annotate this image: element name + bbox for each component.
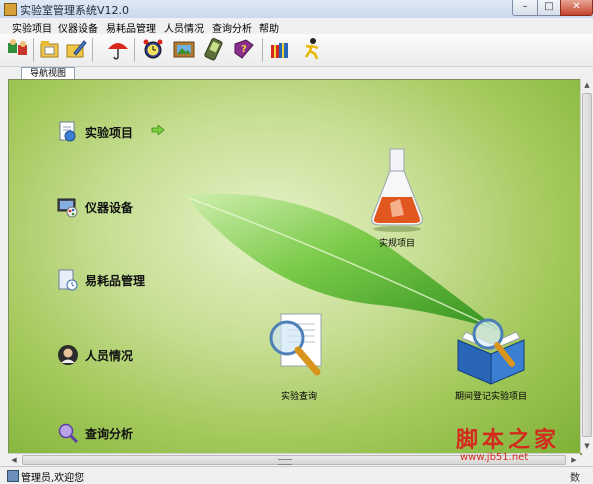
nav-item-label: 人员情况 bbox=[85, 349, 134, 363]
scroll-down-icon[interactable]: ▼ bbox=[582, 440, 592, 452]
experiment-doc-icon bbox=[57, 121, 79, 143]
magnifier-icon bbox=[57, 422, 79, 444]
toolbar: ? bbox=[0, 34, 593, 67]
toolbar-separator bbox=[262, 38, 263, 62]
navigation-panel: 实验项目 仪器设备 易耗品管理 人员情况 查询分析 实规项目 实验查询 期间登记… bbox=[8, 79, 582, 455]
arrow-right-icon bbox=[151, 125, 165, 135]
folder-edit-icon[interactable] bbox=[64, 37, 88, 61]
close-button[interactable]: ✕ bbox=[560, 0, 593, 16]
umbrella-icon[interactable] bbox=[106, 37, 130, 61]
menu-query[interactable]: 查询分析 bbox=[212, 20, 252, 35]
function-routine-experiment[interactable]: 实规项目 bbox=[357, 145, 437, 249]
menu-instruments[interactable]: 仪器设备 bbox=[58, 20, 98, 35]
user-status-icon bbox=[7, 470, 19, 482]
help-book-icon[interactable]: ? bbox=[232, 37, 256, 61]
running-man-icon[interactable] bbox=[300, 37, 324, 61]
folder-view-icon[interactable] bbox=[38, 37, 62, 61]
document-search-icon bbox=[269, 313, 322, 376]
consumables-icon bbox=[57, 269, 79, 291]
menu-bar: 实验项目 仪器设备 易耗品管理 人员情况 查询分析 帮助 bbox=[0, 18, 593, 35]
nav-item-label: 实验项目 bbox=[85, 126, 134, 140]
alarm-clock-icon[interactable] bbox=[141, 37, 165, 61]
watermark: 脚本之家 www.jb51.net bbox=[454, 422, 580, 468]
book-search-icon bbox=[457, 318, 525, 385]
picture-frame-icon[interactable] bbox=[172, 37, 196, 61]
nav-item-label: 易耗品管理 bbox=[85, 274, 146, 288]
nav-item-label: 查询分析 bbox=[85, 427, 134, 441]
scroll-grip bbox=[278, 459, 292, 465]
function-label: 实验查询 bbox=[280, 392, 317, 402]
nav-item-label: 仪器设备 bbox=[85, 201, 134, 215]
status-bar: 管理员,欢迎您 数 bbox=[0, 466, 593, 484]
function-period-registration[interactable]: 期间登记实验项目 bbox=[441, 310, 541, 402]
person-photo-icon bbox=[57, 344, 79, 366]
app-icon bbox=[4, 3, 17, 16]
monitor-icon bbox=[57, 196, 79, 218]
window-title: 实验室管理系统V12.0 bbox=[20, 4, 130, 17]
minimize-button[interactable]: – bbox=[512, 0, 538, 16]
scroll-left-icon[interactable]: ◀ bbox=[8, 454, 20, 466]
menu-experiment[interactable]: 实验项目 bbox=[12, 20, 52, 35]
toolbar-separator bbox=[92, 38, 93, 62]
toolbar-separator bbox=[134, 38, 135, 62]
flask-icon bbox=[371, 148, 423, 232]
menu-consumables[interactable]: 易耗品管理 bbox=[106, 20, 156, 35]
menu-personnel[interactable]: 人员情况 bbox=[164, 20, 204, 35]
menu-help[interactable]: 帮助 bbox=[259, 20, 279, 35]
gift-box-icon[interactable] bbox=[268, 37, 292, 61]
svg-text:?: ? bbox=[241, 44, 247, 55]
title-bar: 实验室管理系统V12.0 – □ ✕ bbox=[0, 0, 593, 19]
toolbar-separator bbox=[33, 38, 34, 62]
vertical-scroll-thumb[interactable] bbox=[582, 93, 592, 437]
switch-user-icon[interactable] bbox=[6, 37, 30, 61]
vertical-scrollbar[interactable]: ▲ ▼ bbox=[580, 79, 593, 453]
function-experiment-query[interactable]: 实验查询 bbox=[259, 308, 339, 402]
scroll-up-icon[interactable]: ▲ bbox=[582, 79, 592, 91]
pda-icon[interactable] bbox=[201, 37, 225, 61]
watermark-brand: 脚本之家 bbox=[456, 428, 561, 453]
maximize-button[interactable]: □ bbox=[537, 0, 561, 16]
watermark-url: www.jb51.net bbox=[460, 452, 529, 463]
function-label: 实规项目 bbox=[378, 239, 415, 249]
function-label: 期间登记实验项目 bbox=[454, 392, 527, 402]
